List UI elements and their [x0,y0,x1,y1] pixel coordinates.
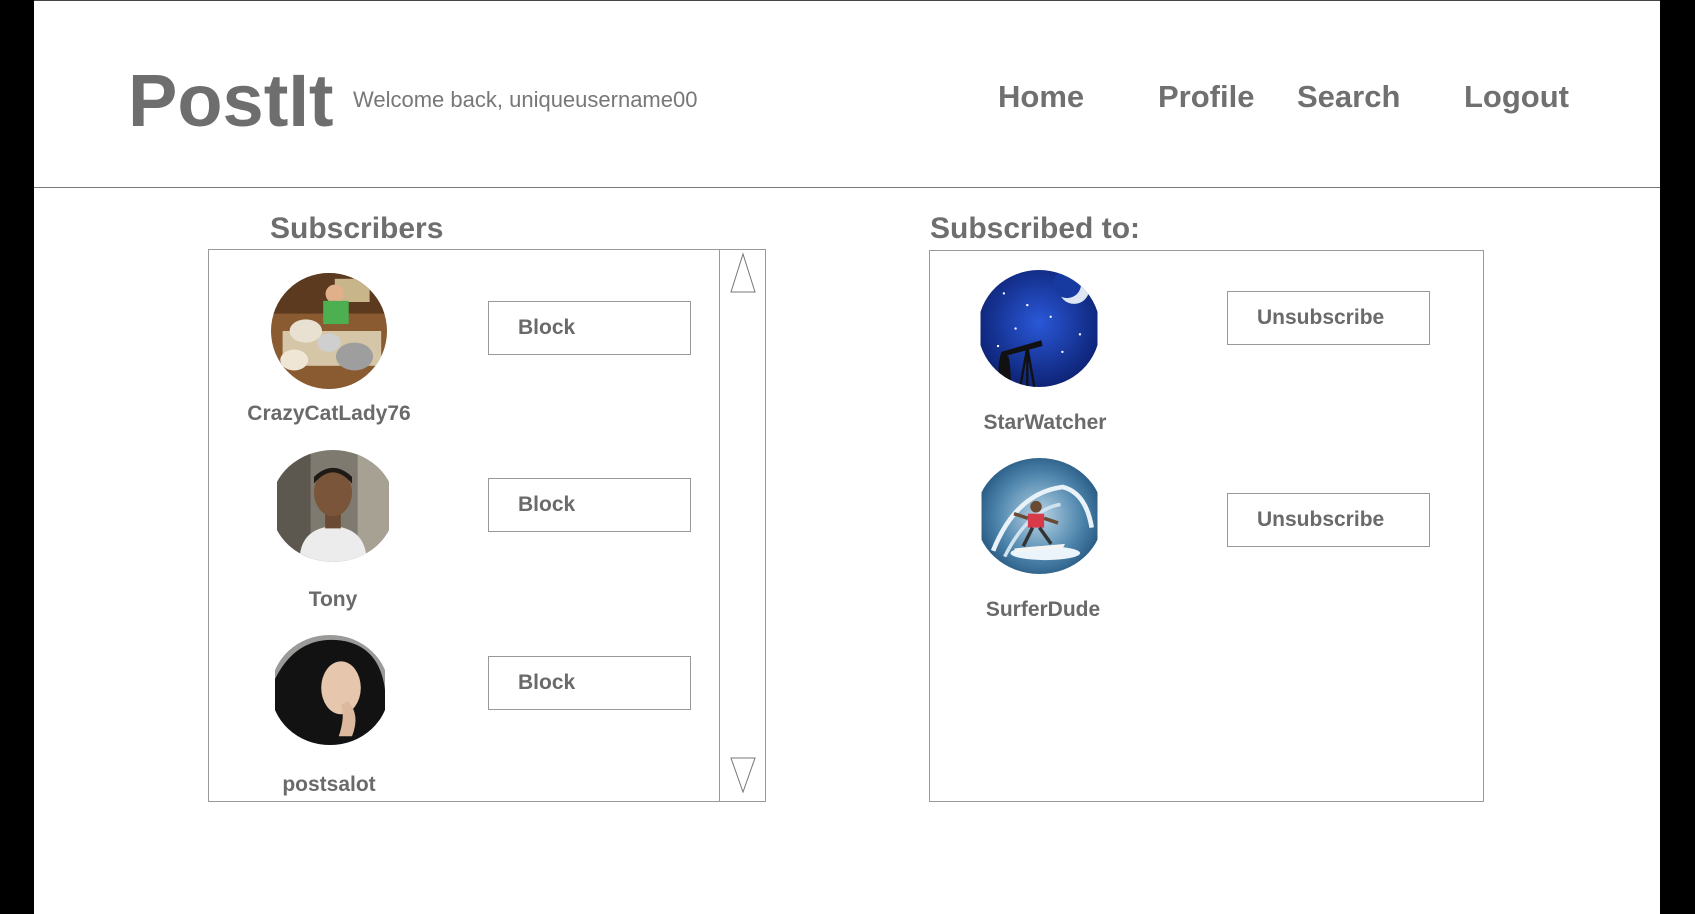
subscribed-username[interactable]: StarWatcher [945,411,1145,435]
nav-home-link[interactable]: Home [998,79,1084,115]
man-portrait-icon [277,450,389,562]
subscribers-title: Subscribers [270,212,444,245]
avatar[interactable] [271,273,387,389]
unsubscribe-button[interactable]: Unsubscribe [1227,493,1430,547]
unsubscribe-button[interactable]: Unsubscribe [1227,291,1430,345]
subscribed-to-title: Subscribed to: [930,212,1141,245]
avatar[interactable] [978,270,1100,387]
app-logo[interactable]: PostIt [128,57,334,145]
telescope-night-sky-icon [980,270,1098,387]
nav-logout-link[interactable]: Logout [1464,79,1569,115]
avatar[interactable] [976,458,1103,574]
nav-profile-link[interactable]: Profile [1158,79,1254,115]
subscribed-to-panel: StarWatcher Unsubscribe SurferDude Unsub… [929,250,1484,802]
page: PostIt Welcome back, uniqueusername00 Ho… [34,0,1660,914]
block-button[interactable]: Block [488,656,691,710]
block-button[interactable]: Block [488,478,691,532]
scroll-down-icon[interactable] [730,756,756,794]
subscribed-username[interactable]: SurferDude [943,598,1143,622]
subscribers-panel: CrazyCatLady76 Block Tony Block postsalo… [208,249,766,802]
woman-portrait-icon [275,635,385,745]
welcome-message: Welcome back, uniqueusername00 [353,87,698,112]
cats-photo-icon [271,273,387,389]
nav-search-link[interactable]: Search [1297,79,1400,115]
subscriber-username[interactable]: Tony [233,588,433,612]
subscribers-scrollbar[interactable] [719,250,765,801]
header: PostIt Welcome back, uniqueusername00 Ho… [34,1,1660,188]
subscriber-username[interactable]: CrazyCatLady76 [229,402,429,426]
avatar[interactable] [271,450,395,562]
avatar[interactable] [271,635,389,745]
block-button[interactable]: Block [488,301,691,355]
surfer-wave-icon [981,458,1098,574]
subscriber-username[interactable]: postsalot [229,773,429,797]
scroll-up-icon[interactable] [730,252,756,294]
